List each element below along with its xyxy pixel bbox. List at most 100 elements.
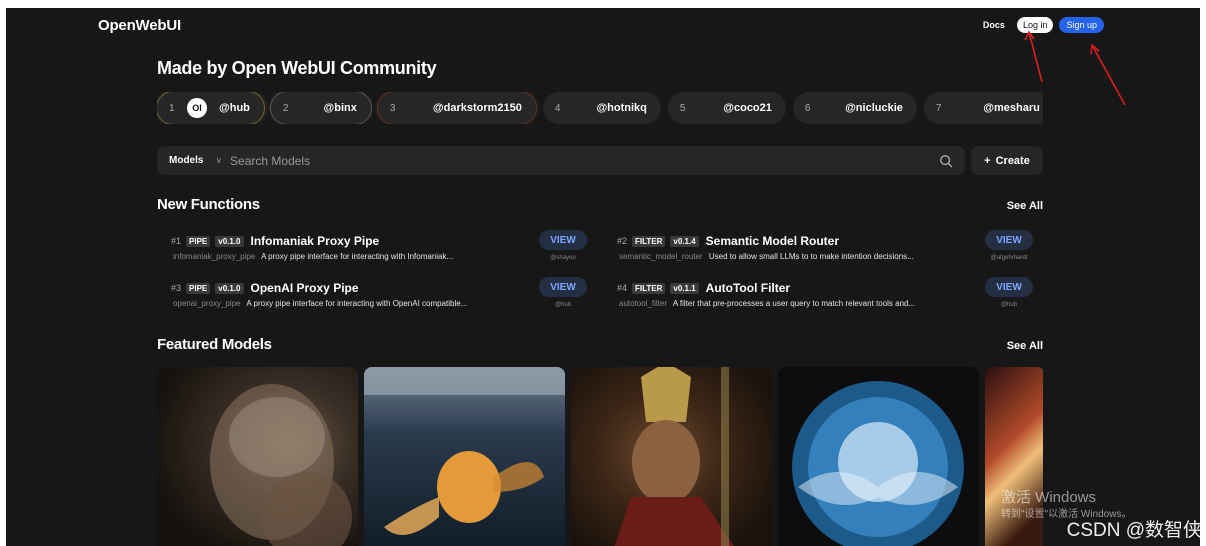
openwebui-logo-icon: OI <box>187 98 207 118</box>
brand-logo[interactable]: OpenWebUI <box>98 17 181 34</box>
function-author[interactable]: @atgehrhardt <box>985 255 1033 261</box>
author-handle: @darkstorm2150 <box>432 102 522 114</box>
view-button[interactable]: VIEW <box>985 230 1033 250</box>
functions-header: New Functions See All <box>157 196 1043 220</box>
docs-link[interactable]: Docs <box>983 20 1005 30</box>
author-rank: 3 <box>389 102 396 114</box>
function-card[interactable]: #4 FILTER v0.1.1 AutoTool Filter autotoo… <box>603 277 1033 317</box>
author-pill-binx[interactable]: 2 @binx <box>270 92 371 124</box>
view-button[interactable]: VIEW <box>539 230 587 250</box>
function-meta-row: openai_proxy_pipe A proxy pipe interface… <box>173 299 523 308</box>
author-handle: @hub <box>219 102 250 114</box>
function-description: A proxy pipe interface for interacting w… <box>261 252 454 261</box>
author-handle: @mesharu <box>983 102 1040 114</box>
function-card[interactable]: #1 PIPE v0.1.0 Infomaniak Proxy Pipe inf… <box>157 230 587 270</box>
top-authors-row: 1 OI @hub 2 @binx 3 @darkstorm2150 4 @ho… <box>157 92 1043 124</box>
featured-header: Featured Models See All <box>157 336 1043 360</box>
author-handle: @binx <box>323 102 357 114</box>
function-card[interactable]: #3 PIPE v0.1.0 OpenAI Proxy Pipe openai_… <box>157 277 587 317</box>
function-type-badge: PIPE <box>186 235 211 247</box>
function-id: semantic_model_router <box>619 252 703 261</box>
model-card-goldfish[interactable] <box>364 367 565 546</box>
function-meta-row: infomaniak_proxy_pipe A proxy pipe inter… <box>173 252 523 261</box>
model-card-bishop[interactable] <box>571 367 772 546</box>
function-author[interactable]: @shayoo <box>539 255 587 261</box>
function-description: Used to allow small LLMs to to make inte… <box>708 252 914 261</box>
csdn-watermark: CSDN @数智侠 <box>1066 520 1202 541</box>
function-version-badge: v0.1.0 <box>215 282 244 294</box>
function-rank: #3 <box>171 283 182 293</box>
function-rank: #4 <box>617 283 628 293</box>
author-handle: @coco21 <box>723 102 772 114</box>
function-id: infomaniak_proxy_pipe <box>173 252 256 261</box>
function-type-badge: FILTER <box>632 282 666 294</box>
author-handle: @nicluckie <box>845 102 903 114</box>
portrait-image <box>210 384 352 546</box>
author-pill-nicluckie[interactable]: 6 @nicluckie <box>792 92 917 124</box>
function-version-badge: v0.1.4 <box>670 235 699 247</box>
login-button[interactable]: Log in <box>1016 17 1054 33</box>
author-handle: @hotnikq <box>596 102 647 114</box>
function-id: autotool_filter <box>619 299 668 308</box>
function-name: Infomaniak Proxy Pipe <box>250 234 380 248</box>
create-button[interactable]: + Create <box>971 146 1043 175</box>
header-actions: Docs Log in Sign up <box>983 17 1104 33</box>
function-type-badge: PIPE <box>186 282 211 294</box>
author-pill-hub[interactable]: 1 OI @hub <box>157 92 264 124</box>
author-rank: 4 <box>554 102 561 114</box>
author-pill-coco21[interactable]: 5 @coco21 <box>667 92 786 124</box>
author-rank: 2 <box>282 102 289 114</box>
author-rank: 1 <box>169 102 175 114</box>
functions-title: New Functions <box>157 196 260 213</box>
featured-title: Featured Models <box>157 336 272 353</box>
function-meta-row: semantic_model_router Used to allow smal… <box>619 252 969 261</box>
author-rank: 5 <box>679 102 686 114</box>
community-title: Made by Open WebUI Community <box>157 58 437 78</box>
function-version-badge: v0.1.0 <box>215 235 244 247</box>
function-description: A filter that pre-processes a user query… <box>672 299 916 308</box>
anime-globe-image <box>792 381 964 546</box>
function-rank: #2 <box>617 236 628 246</box>
search-input[interactable] <box>230 153 939 168</box>
author-rank: 7 <box>935 102 942 114</box>
search-icon[interactable] <box>939 154 953 168</box>
signup-button[interactable]: Sign up <box>1059 17 1104 33</box>
model-search-bar: Models ∨ <box>157 146 965 175</box>
author-rank: 6 <box>804 102 811 114</box>
view-button[interactable]: VIEW <box>985 277 1033 297</box>
author-pill-hotnikq[interactable]: 4 @hotnikq <box>542 92 661 124</box>
model-card-portrait[interactable] <box>157 367 358 546</box>
chevron-down-icon[interactable]: ∨ <box>215 155 222 166</box>
function-rank: #1 <box>171 236 182 246</box>
function-meta-row: autotool_filter A filter that pre-proces… <box>619 299 969 308</box>
create-label: Create <box>995 154 1030 167</box>
view-button[interactable]: VIEW <box>539 277 587 297</box>
function-description: A proxy pipe interface for interacting w… <box>246 299 468 308</box>
function-type-badge: FILTER <box>632 235 666 247</box>
function-id: openai_proxy_pipe <box>173 299 241 308</box>
plus-icon: + <box>984 154 991 167</box>
featured-see-all-link[interactable]: See All <box>1007 340 1043 352</box>
author-pill-mesharu[interactable]: 7 @mesharu <box>923 92 1043 124</box>
function-title-row: #3 PIPE v0.1.0 OpenAI Proxy Pipe <box>171 281 359 295</box>
function-title-row: #4 FILTER v0.1.1 AutoTool Filter <box>617 281 790 295</box>
activation-watermark-title: 激活 Windows <box>1001 489 1097 506</box>
featured-models-row <box>157 367 1043 546</box>
goldfish-image <box>364 367 565 535</box>
functions-see-all-link[interactable]: See All <box>1007 200 1043 212</box>
function-name: Semantic Model Router <box>705 234 840 248</box>
model-card-anime-globe[interactable] <box>778 367 979 546</box>
author-pill-darkstorm2150[interactable]: 3 @darkstorm2150 <box>377 92 536 124</box>
function-name: OpenAI Proxy Pipe <box>250 281 359 295</box>
function-title-row: #2 FILTER v0.1.4 Semantic Model Router <box>617 234 839 248</box>
bishop-image <box>614 367 734 546</box>
function-name: AutoTool Filter <box>705 281 791 295</box>
function-author[interactable]: @hub <box>539 302 587 308</box>
search-filter-select[interactable]: Models <box>169 155 203 166</box>
function-title-row: #1 PIPE v0.1.0 Infomaniak Proxy Pipe <box>171 234 379 248</box>
function-card[interactable]: #2 FILTER v0.1.4 Semantic Model Router s… <box>603 230 1033 270</box>
app-frame: OpenWebUI Docs Log in Sign up Made by Op… <box>6 8 1200 546</box>
community-heading: Made by Open WebUI Community <box>157 58 1043 79</box>
function-version-badge: v0.1.1 <box>670 282 699 294</box>
function-author[interactable]: @hub <box>985 302 1033 308</box>
